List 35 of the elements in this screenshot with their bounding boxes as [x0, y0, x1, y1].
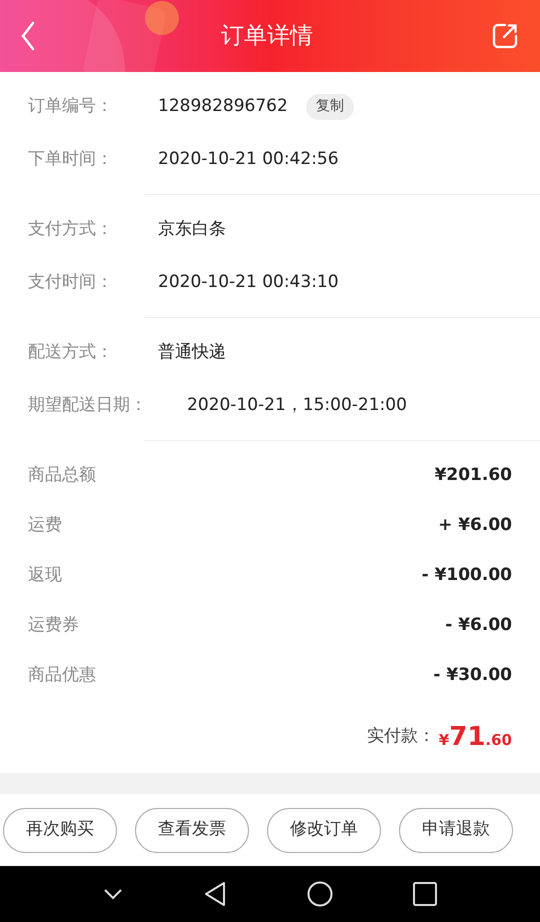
- field-value: 2020-10-21 00:42:56: [158, 148, 339, 171]
- field-value: 2020-10-21 00:43:10: [158, 270, 339, 294]
- field-value: 普通快递: [158, 340, 226, 364]
- page-title: 订单详情: [221, 22, 313, 51]
- field-value: 128982896762: [158, 94, 288, 118]
- price-label: 商品优惠: [28, 664, 96, 688]
- price-label: 运费券: [28, 614, 79, 638]
- field-value: 京东白条: [158, 218, 226, 241]
- field-label: 下单时间：: [28, 148, 114, 171]
- field-label: 订单编号：: [28, 94, 114, 118]
- field-label: 支付方式：: [28, 218, 114, 241]
- field-label: 期望配送日期：: [28, 394, 148, 417]
- price-label: 商品总额: [28, 464, 96, 488]
- field-label: 支付时间：: [28, 270, 114, 294]
- action-button[interactable]: 再次购买: [3, 808, 117, 852]
- copy-button[interactable]: 复制: [306, 94, 354, 120]
- action-button[interactable]: 修改订单: [267, 808, 381, 852]
- share-button[interactable]: [490, 21, 520, 51]
- price-value: ¥201.60: [434, 464, 512, 488]
- price-value: - ¥30.00: [433, 664, 512, 688]
- total-label: 实付款：: [366, 725, 435, 748]
- price-value: - ¥100.00: [422, 564, 512, 588]
- field-label: 配送方式：: [28, 340, 114, 364]
- price-label: 运费: [28, 514, 62, 538]
- field-value: 2020-10-21，15:00-21:00: [187, 394, 407, 417]
- action-button[interactable]: 申请退款: [399, 808, 513, 852]
- total-amount: ¥71.60: [438, 720, 512, 754]
- chevron-down-icon[interactable]: [103, 888, 123, 900]
- price-value: - ¥6.00: [445, 614, 512, 638]
- recent-apps-icon[interactable]: [413, 882, 437, 906]
- action-button[interactable]: 查看发票: [135, 808, 249, 852]
- home-icon[interactable]: [307, 881, 333, 907]
- price-label: 返现: [28, 564, 62, 588]
- price-value: + ¥6.00: [438, 514, 512, 538]
- back-icon[interactable]: [203, 881, 227, 907]
